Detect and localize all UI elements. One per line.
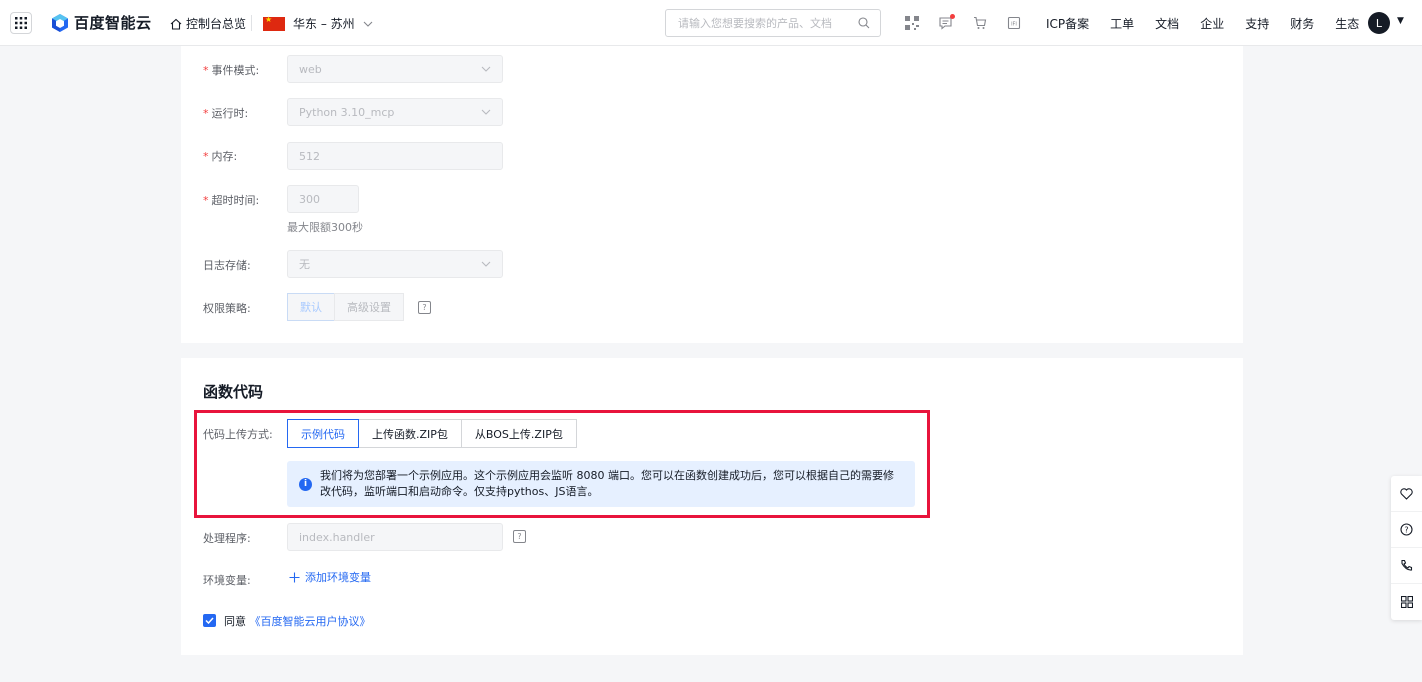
- message-icon[interactable]: [937, 14, 955, 32]
- section-title: 函数代码: [203, 383, 264, 401]
- agree-checkbox[interactable]: [203, 614, 216, 627]
- plus-icon: [289, 572, 300, 582]
- permission-default-option[interactable]: 默认: [287, 293, 335, 321]
- event-mode-value: web: [299, 62, 322, 76]
- timeout-hint: 最大限额300秒: [287, 221, 363, 234]
- nav-links: ICP备案 工单 文档 企业 支持 财务 生态: [1046, 15, 1380, 32]
- chevron-down-icon: [481, 109, 491, 115]
- nav-link-support[interactable]: 支持: [1245, 15, 1269, 32]
- nav-link-icp[interactable]: ICP备案: [1046, 15, 1089, 32]
- floating-side-toolbar: ?: [1391, 476, 1422, 620]
- region-selector[interactable]: 华东 – 苏州: [263, 15, 373, 32]
- region-label: 华东 – 苏州: [293, 17, 355, 31]
- add-env-var-button[interactable]: 添加环境变量: [289, 569, 371, 585]
- help-icon[interactable]: ?: [418, 301, 431, 314]
- handler-input[interactable]: index.handler: [287, 523, 503, 551]
- china-flag-icon: [263, 15, 285, 31]
- tab-sample-code[interactable]: 示例代码: [287, 419, 359, 448]
- runtime-label: * 运行时:: [203, 107, 249, 120]
- runtime-value: Python 3.10_mcp: [299, 105, 395, 119]
- nav-link-finance[interactable]: 财务: [1290, 15, 1314, 32]
- nav-divider: [251, 15, 252, 31]
- cart-icon[interactable]: [971, 14, 989, 32]
- nav-link-enterprise[interactable]: 企业: [1200, 15, 1224, 32]
- console-overview-label: 控制台总览: [186, 17, 247, 31]
- nav-link-docs[interactable]: 文档: [1155, 15, 1179, 32]
- brand-logo-icon: [52, 13, 68, 32]
- nav-link-ticket[interactable]: 工单: [1110, 15, 1134, 32]
- permission-label: 权限策略:: [203, 302, 251, 315]
- event-mode-label: * 事件模式:: [203, 64, 260, 77]
- svg-text:IFI: IFI: [1011, 22, 1017, 28]
- help-circle-icon[interactable]: ?: [1391, 512, 1422, 548]
- top-nav-bar: 百度智能云 控制台总览 华东 – 苏州: [0, 0, 1422, 46]
- memory-input[interactable]: 512: [287, 142, 503, 170]
- chevron-down-icon: [481, 66, 491, 72]
- timeout-input[interactable]: 300: [287, 185, 359, 213]
- app-grid-icon[interactable]: [10, 12, 32, 34]
- log-storage-value: 无: [299, 258, 310, 271]
- timeout-value: 300: [299, 192, 320, 206]
- handler-placeholder: index.handler: [299, 530, 375, 544]
- search-input[interactable]: [676, 15, 850, 31]
- billing-icon[interactable]: IFI: [1005, 14, 1023, 32]
- chevron-down-icon: [363, 21, 373, 27]
- search-icon[interactable]: [858, 17, 870, 29]
- qrcode-icon[interactable]: [903, 14, 921, 32]
- nav-link-ecosystem[interactable]: 生态: [1335, 15, 1359, 32]
- brand-name: 百度智能云: [74, 14, 152, 32]
- memory-label: * 内存:: [203, 150, 238, 163]
- phone-icon[interactable]: [1391, 548, 1422, 584]
- memory-value: 512: [299, 149, 320, 163]
- handler-label: 处理程序:: [203, 532, 251, 545]
- heart-icon[interactable]: [1391, 476, 1422, 512]
- caret-down-icon[interactable]: ▼: [1397, 16, 1404, 26]
- brand-logo[interactable]: 百度智能云: [52, 12, 152, 33]
- log-storage-label: 日志存储:: [203, 259, 251, 272]
- help-icon[interactable]: ?: [513, 530, 526, 543]
- chevron-down-icon: [481, 261, 491, 267]
- permission-toggle: 默认 高级设置: [287, 293, 404, 321]
- apps-grid-icon[interactable]: [1391, 584, 1422, 620]
- env-vars-label: 环境变量:: [203, 574, 251, 587]
- check-icon: [205, 617, 214, 624]
- event-mode-select[interactable]: web: [287, 55, 503, 83]
- permission-advanced-option[interactable]: 高级设置: [334, 293, 404, 321]
- timeout-label: * 超时时间:: [203, 194, 260, 207]
- global-search[interactable]: [665, 9, 881, 37]
- agree-prefix: 同意: [224, 615, 246, 628]
- svg-text:?: ?: [1404, 525, 1408, 534]
- add-env-var-label: 添加环境变量: [305, 571, 371, 584]
- user-agreement-link[interactable]: 《百度智能云用户协议》: [250, 615, 371, 628]
- user-avatar[interactable]: L: [1368, 12, 1390, 34]
- console-overview-link[interactable]: 控制台总览: [170, 15, 246, 32]
- runtime-select[interactable]: Python 3.10_mcp: [287, 98, 503, 126]
- unread-dot: [950, 14, 955, 19]
- agreement-text: 同意 《百度智能云用户协议》: [224, 613, 371, 629]
- home-icon: [170, 18, 182, 30]
- log-storage-select[interactable]: 无: [287, 250, 503, 278]
- nav-icon-group: IFI: [903, 14, 1023, 32]
